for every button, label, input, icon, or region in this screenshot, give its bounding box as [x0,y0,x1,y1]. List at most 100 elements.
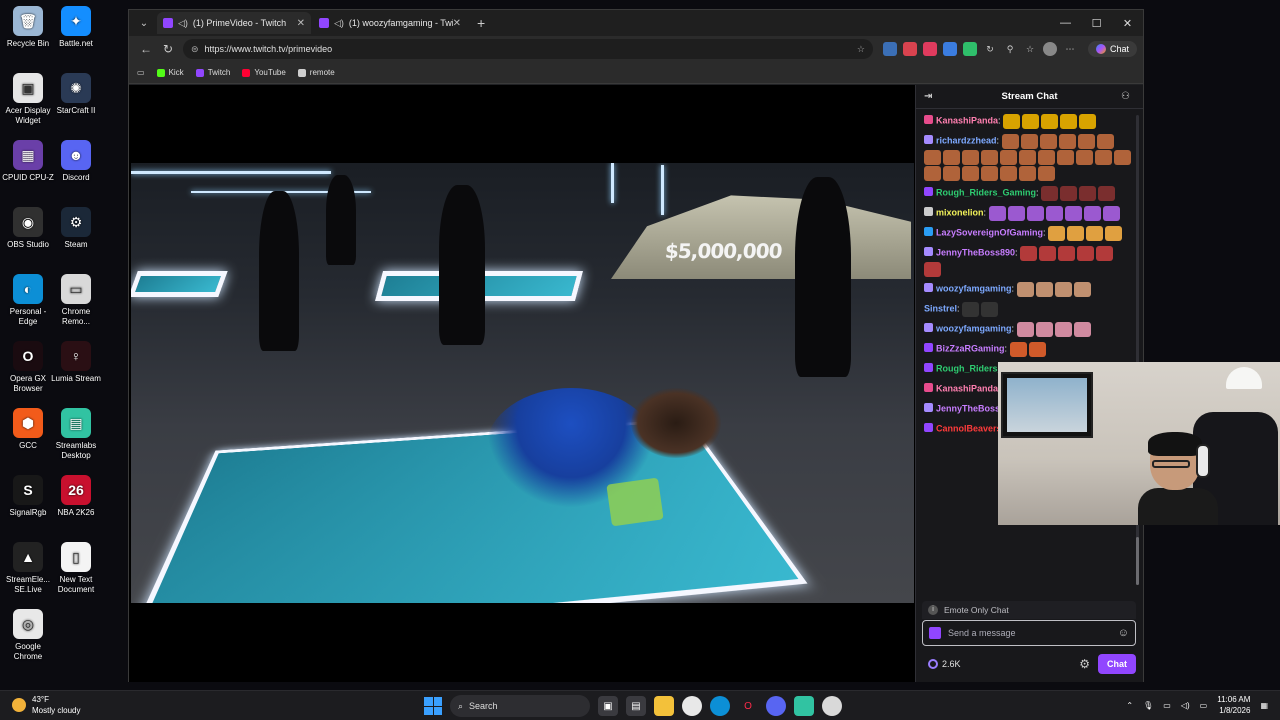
desktop-shortcut[interactable]: ⚙ Steam [48,207,104,250]
network-icon[interactable]: ▭ [1163,701,1171,710]
chat-badge-icon[interactable] [924,363,933,372]
chat-username[interactable]: mixonelion [936,207,984,217]
collapse-chat-icon[interactable]: ⇥ [924,91,938,102]
edge-icon[interactable] [710,696,730,716]
chat-emote[interactable] [1065,206,1082,221]
chat-emote[interactable] [1098,186,1115,201]
streamlabs-icon[interactable] [794,696,814,716]
desktop-shortcut[interactable]: ▭ Chrome Remo... [48,274,104,327]
extension-icon[interactable] [923,42,937,56]
chat-emote[interactable] [1000,166,1017,181]
chat-emote[interactable] [1086,226,1103,241]
file-explorer-icon[interactable] [654,696,674,716]
channel-points-button[interactable]: 2.6K [928,659,961,669]
chat-emote[interactable] [1078,134,1095,149]
desktop-shortcut[interactable]: ♀ Lumia Stream [48,341,104,384]
chat-username[interactable]: CannolBeavers [936,423,1002,433]
chat-emote[interactable] [1057,150,1074,165]
chat-emote[interactable] [1048,226,1065,241]
chat-emote[interactable] [1019,166,1036,181]
chat-emote[interactable] [1022,114,1039,129]
desktop-shortcut[interactable]: ☻ Discord [48,140,104,183]
chat-emote[interactable] [981,150,998,165]
chat-username[interactable]: LazySovereignOfGaming [936,227,1043,237]
chat-emote[interactable] [1077,246,1094,261]
chat-emote[interactable] [1095,150,1112,165]
chat-emote[interactable] [1017,282,1034,297]
refresh-extension-icon[interactable]: ↻ [983,42,997,56]
bookmark-kick[interactable]: Kick [157,68,184,77]
chat-badge-icon[interactable] [924,247,933,256]
chat-badge-icon[interactable] [924,323,933,332]
chat-emote[interactable] [1039,246,1056,261]
chat-emote[interactable] [981,302,998,317]
chat-emote[interactable] [1010,342,1027,357]
copilot-chat-button[interactable]: Chat [1088,41,1137,57]
refresh-button[interactable]: ↻ [157,42,179,56]
chat-badge-icon[interactable] [924,227,933,236]
send-chat-button[interactable]: Chat [1098,654,1136,674]
chat-emote[interactable] [1046,206,1063,221]
chat-badge-icon[interactable] [924,135,933,144]
chat-emote[interactable] [1021,134,1038,149]
obs-icon[interactable] [822,696,842,716]
clock[interactable]: 11:06 AM 1/8/2026 [1217,694,1250,716]
chat-emote[interactable] [1017,322,1034,337]
extension-icon[interactable] [883,42,897,56]
chat-badge-icon[interactable] [924,403,933,412]
chat-username[interactable]: Sinstrel [924,303,957,313]
chat-emote[interactable] [1019,150,1036,165]
chat-emote[interactable] [1114,150,1131,165]
notifications-icon[interactable]: ▦ [1260,701,1268,710]
chat-emote[interactable] [924,166,941,181]
chat-emote[interactable] [1055,322,1072,337]
chat-emote[interactable] [1036,282,1053,297]
widgets-icon[interactable]: ▤ [626,696,646,716]
bookmark-twitch[interactable]: Twitch [196,68,231,77]
desktop-shortcut[interactable]: ✺ StarCraft II [48,73,104,116]
bookmark-remote[interactable]: remote [298,68,335,77]
tab-woozyfamgaming[interactable]: ◁) (1) woozyfamgaming - Twitch ✕ [313,12,467,34]
chat-emote[interactable] [1096,246,1113,261]
more-menu-icon[interactable]: ⋯ [1063,42,1077,56]
speaker-icon[interactable]: ◁) [334,18,344,29]
tray-overflow-icon[interactable]: ⌃ [1126,701,1133,710]
chat-badge-icon[interactable] [924,115,933,124]
chat-emote[interactable] [1002,134,1019,149]
chat-emote[interactable] [1041,114,1058,129]
chat-emote[interactable] [962,302,979,317]
chat-emote[interactable] [1038,166,1055,181]
extension-icon[interactable] [903,42,917,56]
chat-badge-icon[interactable] [924,343,933,352]
chat-emote[interactable] [1027,206,1044,221]
taskbar-search[interactable]: ⌕ Search [450,695,590,717]
chat-username[interactable]: woozyfamgaming [936,323,1012,333]
weather-widget[interactable]: 43°F Mostly cloudy [12,694,80,716]
scroll-thumb[interactable] [1136,537,1139,585]
microphone-icon[interactable]: 🎙 [1143,701,1153,710]
desktop-shortcut[interactable]: ◎ Google Chrome [0,609,56,662]
chat-emote[interactable] [924,150,941,165]
speaker-icon[interactable]: ◁) [178,18,188,29]
chat-emote[interactable] [1076,150,1093,165]
profile-avatar[interactable] [1043,42,1057,56]
chat-username[interactable]: richardzzhead [936,135,997,145]
back-button[interactable]: ← [135,42,157,56]
chrome-icon[interactable] [682,696,702,716]
chat-emote[interactable] [1067,226,1084,241]
task-view-icon[interactable]: ▣ [598,696,618,716]
chat-username[interactable]: JennyTheBoss890 [936,247,1015,257]
chat-emote[interactable] [1020,246,1037,261]
chat-emote[interactable] [1074,282,1091,297]
chat-emote[interactable] [943,166,960,181]
chat-emote[interactable] [1036,322,1053,337]
chat-emote[interactable] [1060,114,1077,129]
community-icon[interactable]: ⚇ [1121,91,1135,102]
chat-emote[interactable] [1003,114,1020,129]
chat-message-input[interactable]: Send a message ☺ [922,620,1136,646]
chat-emote[interactable] [1060,186,1077,201]
discord-icon[interactable] [766,696,786,716]
desktop-shortcut[interactable]: 26 NBA 2K26 [48,475,104,518]
opera-gx-icon[interactable]: O [738,696,758,716]
chat-username[interactable]: KanashiPanda [936,383,998,393]
